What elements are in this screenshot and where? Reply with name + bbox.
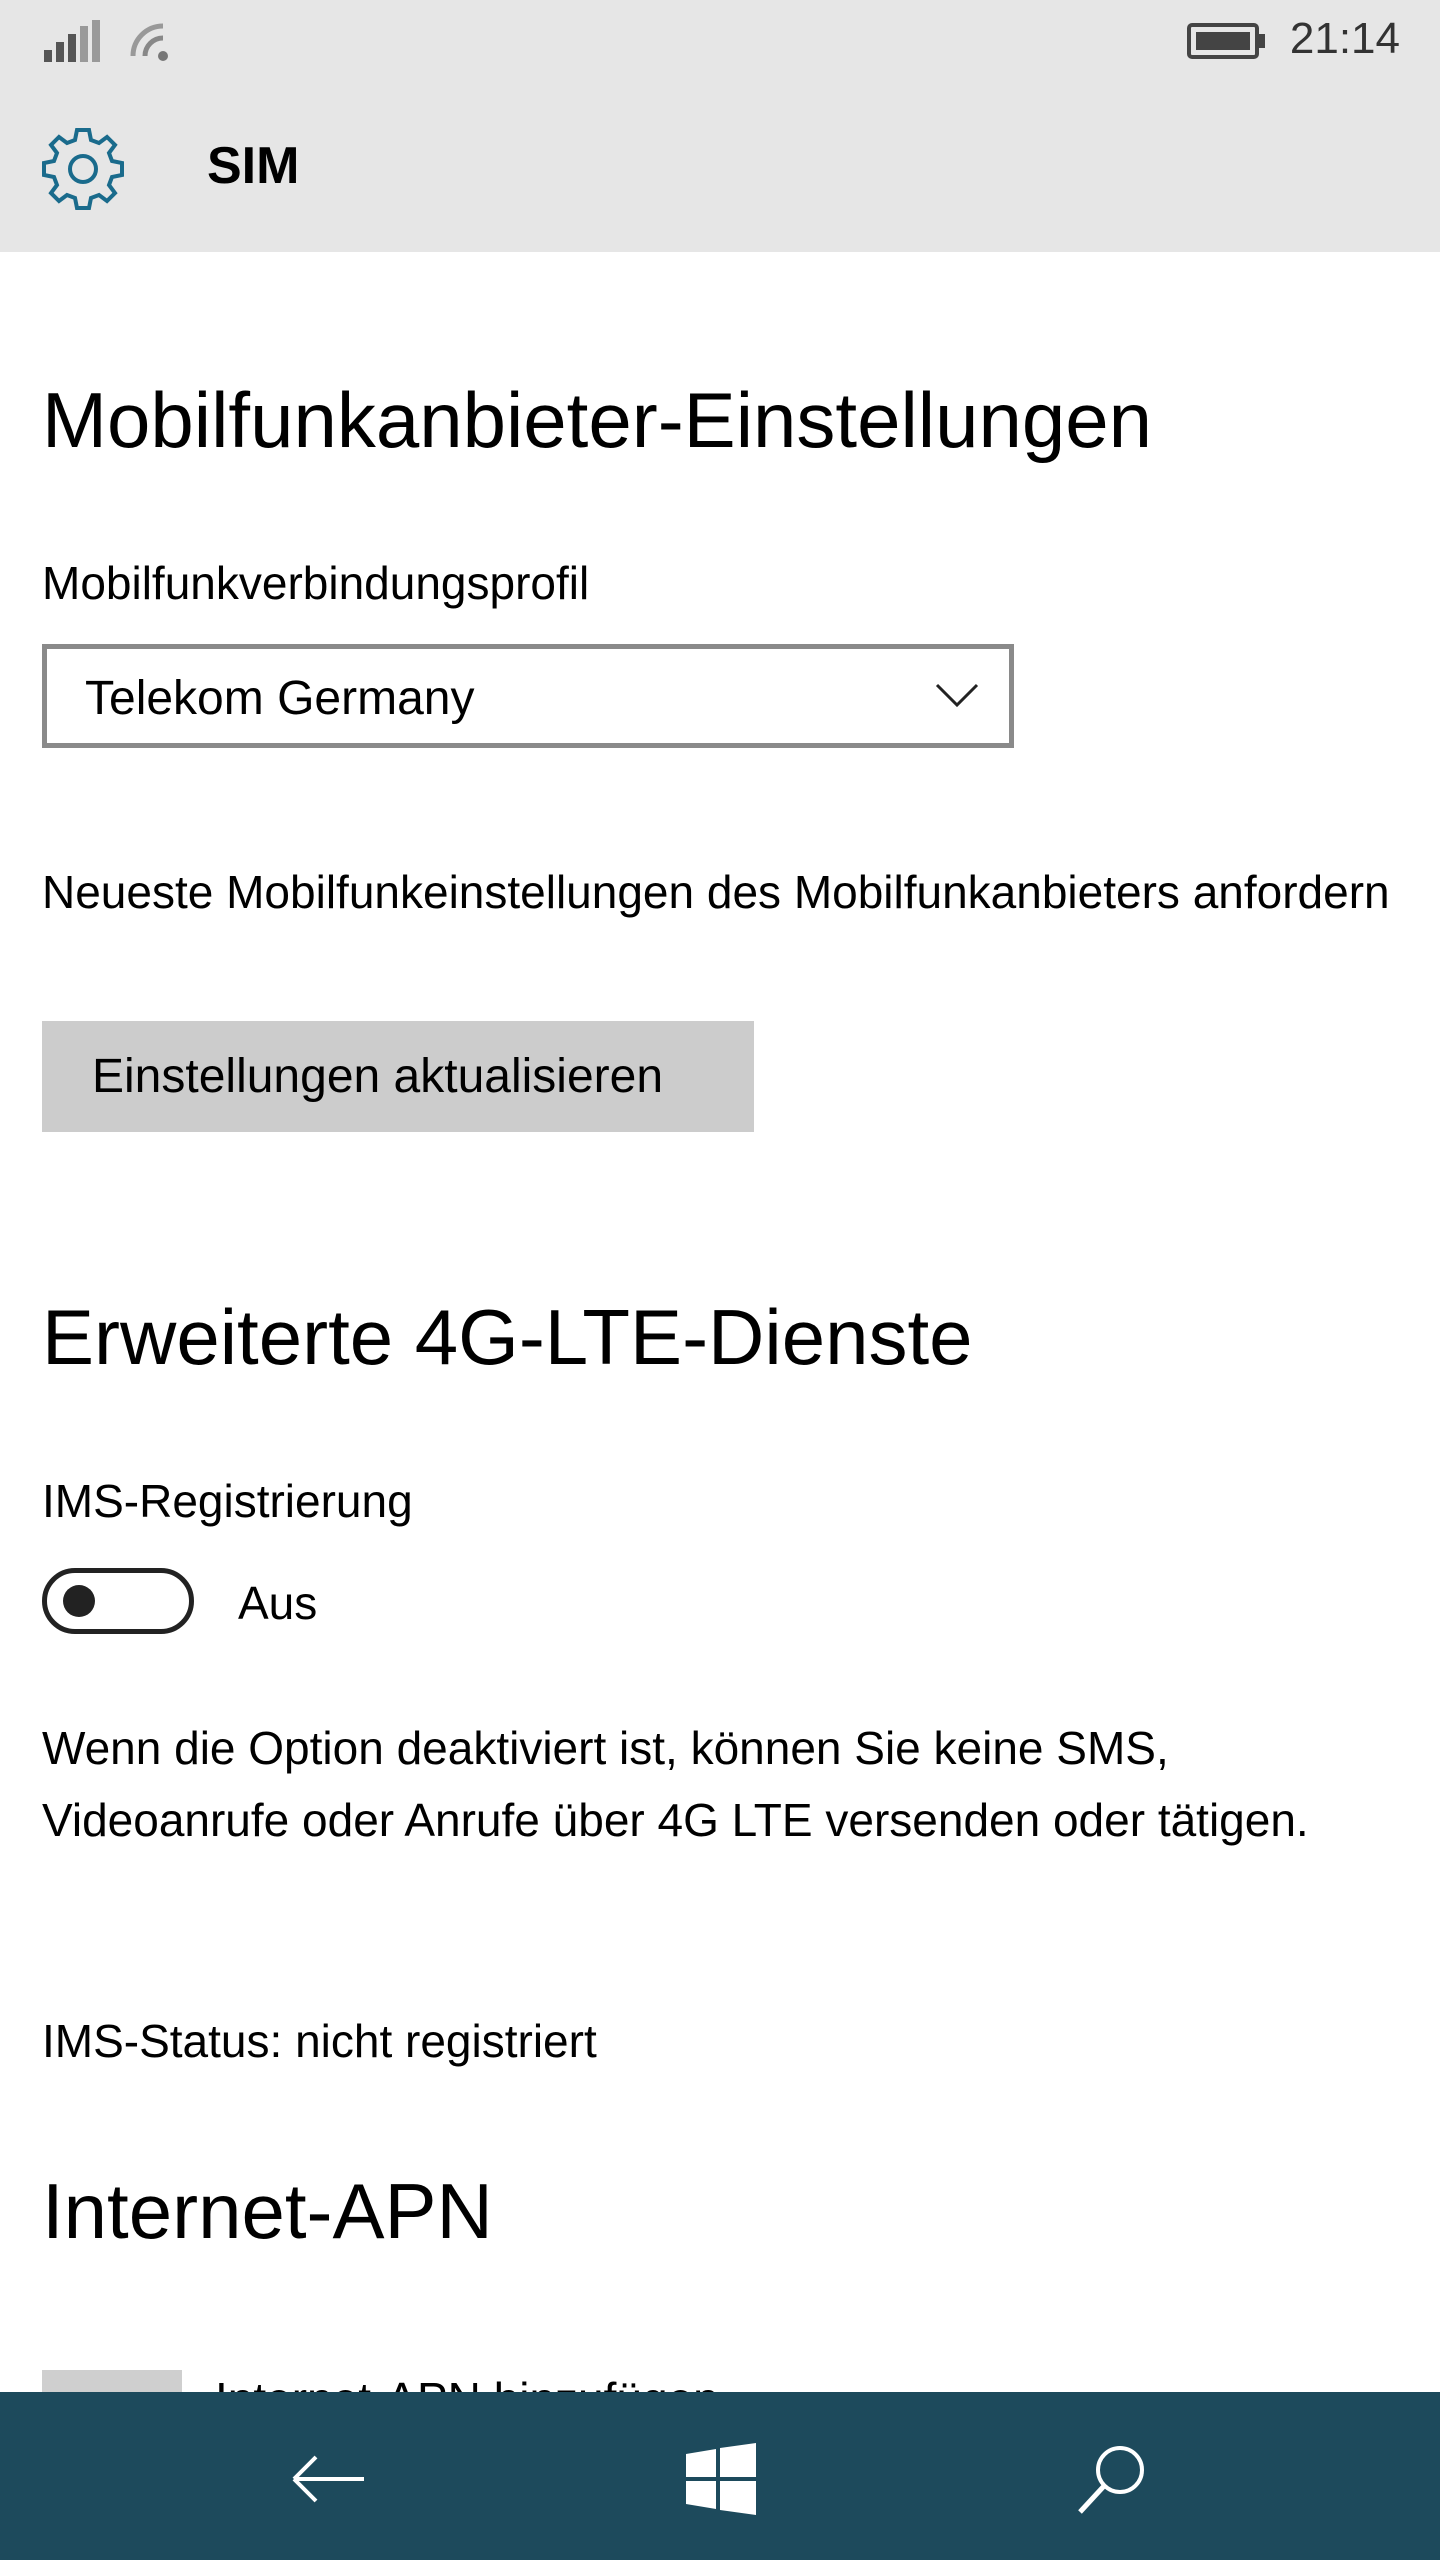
wifi-icon — [130, 23, 168, 61]
chevron-down-icon — [935, 683, 979, 708]
profile-dropdown-value: Telekom Germany — [85, 672, 475, 725]
request-settings-text: Neueste Mobilfunkeinstellungen des Mobil… — [42, 866, 1390, 918]
back-arrow-icon[interactable] — [284, 2434, 374, 2524]
page-title: SIM — [207, 137, 300, 195]
gear-icon — [42, 128, 124, 210]
section-heading-carrier: Mobilfunkanbieter-Einstellungen — [42, 376, 1153, 464]
update-settings-button[interactable]: Einstellungen aktualisieren — [42, 1021, 754, 1132]
toggle-knob — [63, 1585, 95, 1617]
navigation-bar — [0, 2392, 1440, 2560]
ims-registration-toggle[interactable] — [42, 1568, 194, 1634]
clock: 21:14 — [1289, 14, 1400, 63]
search-icon[interactable] — [1068, 2434, 1158, 2524]
battery-icon — [1187, 23, 1265, 59]
profile-label: Mobilfunkverbindungsprofil — [42, 557, 590, 609]
profile-dropdown[interactable]: Telekom Germany — [42, 644, 1014, 748]
toggle-state-label: Aus — [238, 1577, 318, 1629]
section-heading-lte: Erweiterte 4G-LTE-Dienste — [42, 1293, 973, 1381]
status-bar: 21:14 — [0, 0, 1440, 82]
windows-logo-icon[interactable] — [676, 2434, 766, 2524]
ims-description: Wenn die Option deaktiviert ist, können … — [42, 1722, 1309, 1846]
ims-status: IMS-Status: nicht registriert — [42, 2015, 597, 2067]
signal-icon — [44, 20, 100, 62]
section-heading-apn: Internet-APN — [42, 2167, 493, 2255]
app-header: SIM — [0, 82, 1440, 252]
ims-registration-label: IMS-Registrierung — [42, 1475, 413, 1527]
